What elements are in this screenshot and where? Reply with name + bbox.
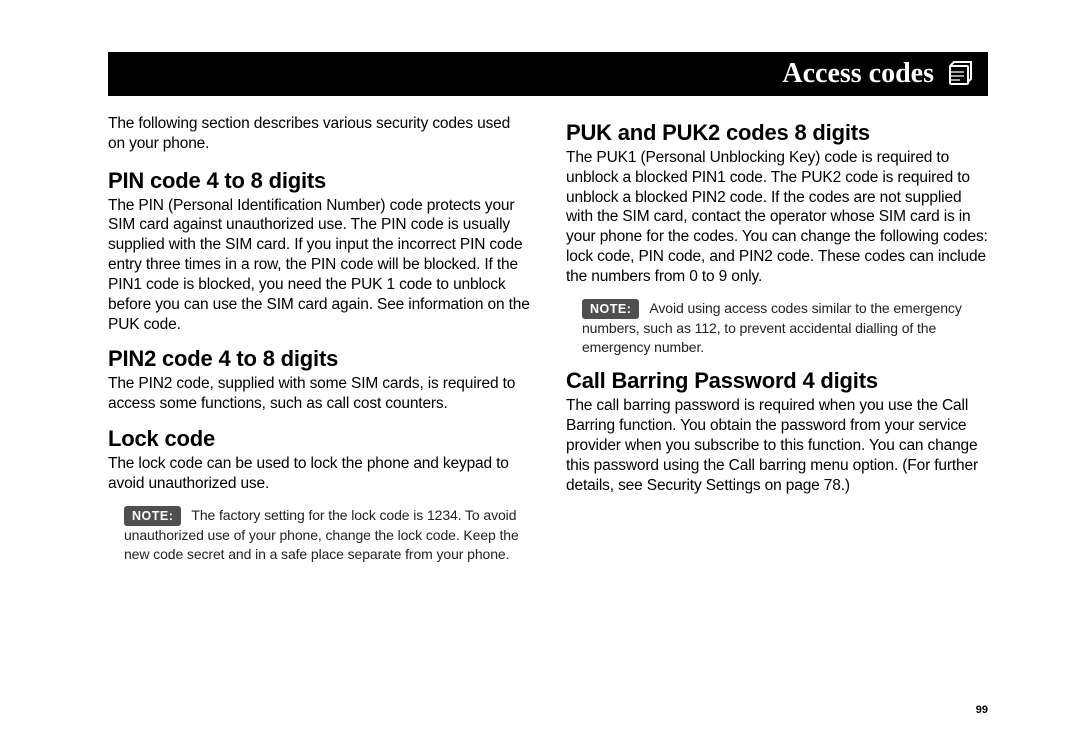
heading-pin2-code: PIN2 code 4 to 8 digits xyxy=(108,346,530,372)
body-call-barring: The call barring password is required wh… xyxy=(566,396,988,495)
manual-page: Access codes The following section descr… xyxy=(0,0,1080,752)
heading-pin-code: PIN code 4 to 8 digits xyxy=(108,168,530,194)
page-number: 99 xyxy=(976,704,988,716)
heading-lock-code: Lock code xyxy=(108,426,530,452)
note-text: The factory setting for the lock code is… xyxy=(124,507,519,562)
header-title: Access codes xyxy=(782,58,934,90)
left-column: The following section describes various … xyxy=(108,114,530,575)
header-bar: Access codes xyxy=(108,52,988,96)
note-puk-codes: NOTE:Avoid using access codes similar to… xyxy=(566,299,988,356)
note-label: NOTE: xyxy=(124,506,181,527)
body-pin2-code: The PIN2 code, supplied with some SIM ca… xyxy=(108,374,530,414)
heading-puk-codes: PUK and PUK2 codes 8 digits xyxy=(566,120,988,146)
body-puk-codes: The PUK1 (Personal Unblocking Key) code … xyxy=(566,148,988,287)
right-column: PUK and PUK2 codes 8 digits The PUK1 (Pe… xyxy=(566,114,988,575)
heading-call-barring: Call Barring Password 4 digits xyxy=(566,368,988,394)
intro-text: The following section describes various … xyxy=(108,114,530,154)
content-columns: The following section describes various … xyxy=(108,114,988,575)
note-label: NOTE: xyxy=(582,299,639,320)
notes-icon xyxy=(944,60,974,88)
body-lock-code: The lock code can be used to lock the ph… xyxy=(108,454,530,494)
note-lock-code: NOTE:The factory setting for the lock co… xyxy=(108,506,530,563)
body-pin-code: The PIN (Personal Identification Number)… xyxy=(108,196,530,335)
